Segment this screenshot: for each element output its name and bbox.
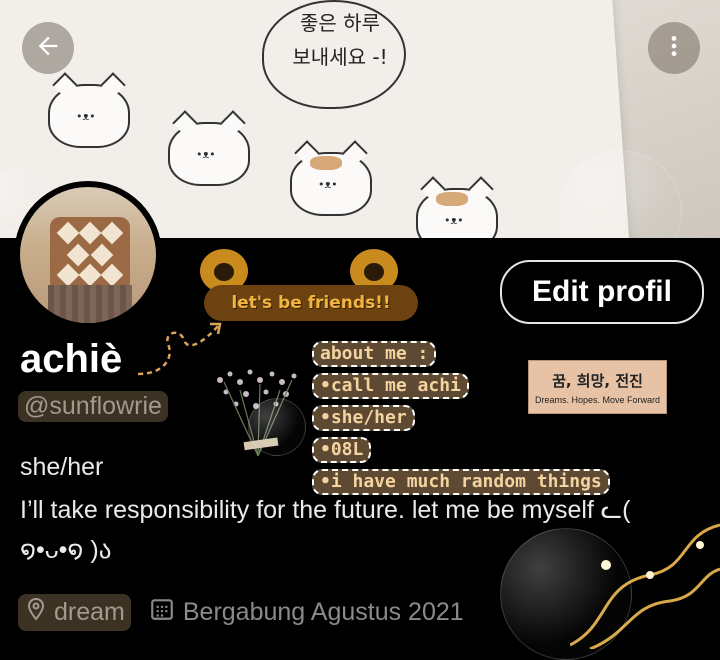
- location-text: dream: [54, 598, 125, 626]
- sticker-band: let's be friends!!: [204, 285, 418, 321]
- sweater-vest: [50, 217, 130, 287]
- bubble-decoration: [500, 528, 632, 660]
- more-options-button[interactable]: [648, 22, 700, 74]
- motto-card: 꿈, 희망, 전진 Dreams. Hopes. Move Forward: [528, 360, 667, 414]
- joined-date: Bergabung Agustus 2021: [149, 596, 464, 629]
- edit-profile-button[interactable]: Edit profil: [500, 260, 704, 324]
- about-item: •call me achi: [312, 373, 469, 399]
- avatar-image: [20, 187, 156, 323]
- sticker-text: let's be friends!!: [231, 293, 391, 313]
- motto-english: Dreams. Hopes. Move Forward: [534, 394, 661, 405]
- profile-meta: dream Bergabung Agustus 2021: [18, 594, 464, 631]
- username-handle: @sunflowrie: [18, 391, 168, 422]
- more-vertical-icon: [661, 33, 687, 64]
- location: dream: [18, 594, 131, 631]
- arrow-left-icon: [34, 32, 62, 65]
- skirt: [48, 285, 132, 323]
- bubble-decoration: [248, 398, 306, 456]
- calendar-icon: [149, 596, 175, 629]
- cat-doodle: •ᴥ•: [48, 72, 130, 148]
- cat-doodle: •ᴥ•: [168, 110, 250, 186]
- speech-line-1: 좋은 하루: [300, 11, 380, 35]
- friends-sticker: let's be friends!!: [200, 249, 420, 323]
- avatar[interactable]: [14, 181, 162, 329]
- display-name: achiè: [20, 337, 123, 381]
- about-title: about me :: [312, 341, 437, 367]
- back-button[interactable]: [22, 22, 74, 74]
- pronouns-text: she/her: [20, 453, 104, 481]
- about-item: •she/her: [312, 405, 415, 431]
- about-item: •08L: [312, 437, 372, 463]
- cat-doodle: •ᴥ•: [290, 140, 372, 216]
- cat-doodle: •ᴥ•: [416, 176, 498, 238]
- speech-line-2: 보내세요 -!: [292, 45, 388, 69]
- motto-korean: 꿈, 희망, 전진: [552, 371, 643, 390]
- joined-text: Bergabung Agustus 2021: [182, 598, 464, 626]
- speech-bubble-text: 좋은 하루 보내세요 -!: [280, 6, 400, 74]
- location-pin-icon: [24, 596, 48, 629]
